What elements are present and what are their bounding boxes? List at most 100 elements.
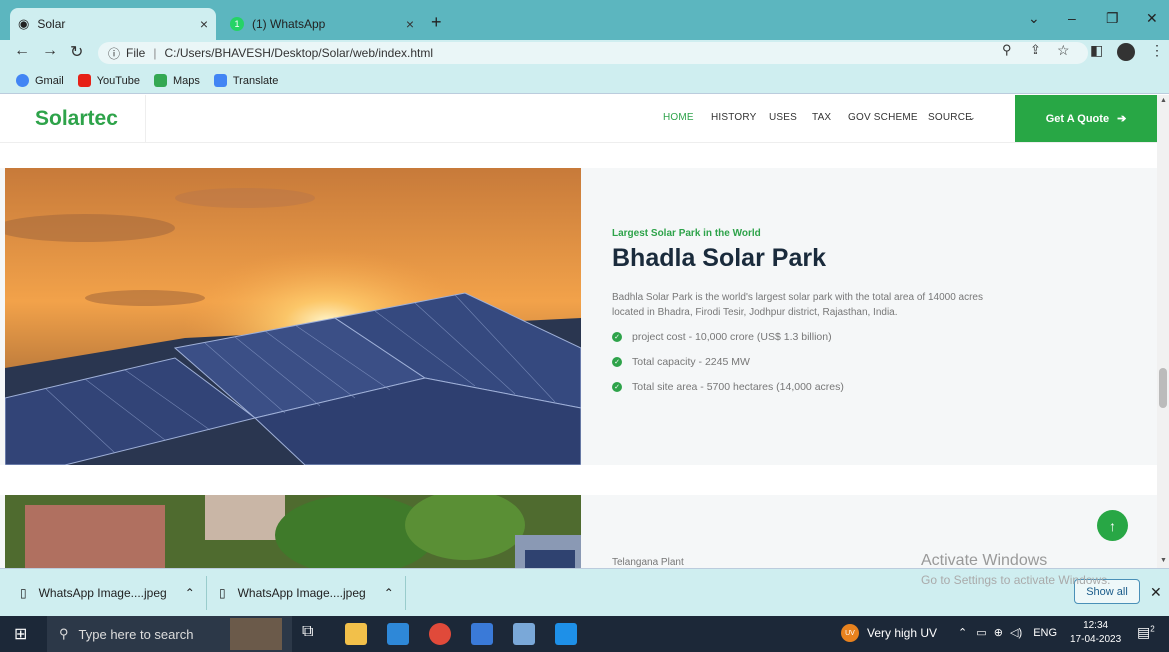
chrome-icon[interactable] [429, 623, 451, 645]
info-icon[interactable]: ⓘ [108, 45, 120, 62]
feature-item: ✓ project cost - 10,000 crore (US$ 1.3 bi… [612, 331, 832, 343]
check-icon: ✓ [612, 332, 622, 342]
bookmark-star-icon[interactable]: ☆ [1057, 42, 1070, 59]
arrow-right-icon: ➔ [1117, 113, 1127, 125]
store-icon[interactable] [471, 623, 493, 645]
close-downloads-icon[interactable]: ✕ [1150, 584, 1162, 601]
bookmarks-bar: Gmail YouTube Maps Translate [0, 68, 1169, 94]
share-icon[interactable]: ⇪ [1030, 42, 1041, 58]
feature-text: Total capacity - 2245 MW [632, 356, 750, 368]
button-label: Get A Quote [1045, 112, 1110, 125]
notification-icon[interactable]: ▤2 [1137, 624, 1155, 641]
clock[interactable]: 12:34 17-04-2023 [1070, 619, 1121, 647]
file-icon: ▯ [219, 586, 226, 600]
menu-dots-icon[interactable]: ⋮ [1150, 42, 1164, 59]
window-close-icon[interactable]: ✕ [1146, 10, 1158, 27]
notification-count: 2 [1150, 624, 1155, 634]
chevron-up-icon[interactable]: ⌃ [384, 586, 394, 600]
bookmark-label: Maps [172, 74, 200, 87]
search-highlight-image [230, 618, 282, 650]
activate-windows-title: Activate Windows [921, 552, 1048, 569]
feature-item: ✓ Total site area - 5700 hectares (14,000… [612, 381, 844, 393]
mail-icon[interactable] [387, 623, 409, 645]
file-icon: ▯ [20, 586, 27, 600]
nav-source[interactable]: SOURCE [928, 112, 972, 123]
tab-close-icon[interactable]: × [200, 16, 208, 32]
bookmark-youtube[interactable]: YouTube [77, 74, 140, 87]
system-tray[interactable]: ⌃ ▭ ⊕ ◁) ENG [958, 626, 1057, 639]
app-icon[interactable] [513, 623, 535, 645]
nav-tax[interactable]: TAX [812, 112, 831, 123]
divider [405, 576, 406, 610]
sidepanel-icon[interactable]: ◧ [1090, 42, 1103, 59]
scrollbar-thumb[interactable] [1159, 368, 1167, 408]
task-view-icon[interactable]: ⧉ [302, 623, 324, 645]
translate-icon [213, 74, 227, 87]
language-indicator[interactable]: ENG [1033, 627, 1057, 639]
whatsapp-icon: 1 [230, 17, 244, 31]
clock-date: 17-04-2023 [1070, 634, 1122, 645]
scrollbar[interactable] [1157, 95, 1169, 568]
section-subtitle: Largest Solar Park in the World [612, 228, 761, 239]
check-icon: ✓ [612, 382, 622, 392]
download-filename: WhatsApp Image....jpeg [38, 586, 167, 600]
site-header [0, 95, 1157, 143]
volume-icon[interactable]: ◁) [1010, 627, 1022, 639]
address-bar[interactable]: ⓘ File | C:/Users/BHAVESH/Desktop/Solar/… [98, 42, 1088, 64]
divider [206, 576, 207, 610]
nav-gov-scheme[interactable]: GOV SCHEME [848, 112, 918, 123]
nav-home[interactable]: HOME [663, 112, 694, 123]
nav-uses[interactable]: USES [769, 112, 797, 123]
uv-icon: UV [841, 624, 859, 642]
restore-icon[interactable]: ❐ [1106, 10, 1119, 27]
scheme-label: File [126, 46, 146, 60]
minimize-icon[interactable]: – [1068, 10, 1076, 26]
battery-icon[interactable]: ▭ [976, 627, 986, 639]
search-placeholder: Type here to search [78, 626, 194, 642]
bookmark-label: Translate [232, 74, 279, 87]
bookmark-label: YouTube [96, 74, 140, 87]
tab-close-icon[interactable]: × [406, 16, 414, 32]
section-description: Badhla Solar Park is the world's largest… [612, 292, 983, 318]
nav-history[interactable]: HISTORY [711, 112, 757, 123]
bookmark-maps[interactable]: Maps [153, 74, 200, 87]
search-icon: ⚲ [59, 626, 69, 641]
file-explorer-icon[interactable] [345, 623, 367, 645]
tab-whatsapp[interactable]: 1 (1) WhatsApp × [222, 8, 422, 40]
tab-title: Solar [37, 17, 66, 31]
page-viewport: Solartec HOME HISTORY USES TAX GOV SCHEM… [0, 95, 1157, 568]
bookmark-gmail[interactable]: Gmail [16, 74, 64, 87]
rooftop-solar-image [5, 495, 581, 568]
download-filename: WhatsApp Image....jpeg [237, 586, 366, 600]
windows-start-icon[interactable]: ⊞ [14, 624, 27, 644]
chevron-down-icon[interactable]: ⌄ [968, 112, 976, 123]
feature-text: Total site area - 5700 hectares (14,000 … [632, 381, 844, 393]
new-tab-button[interactable]: + [431, 12, 442, 33]
weather-widget[interactable]: UV Very high UV [841, 624, 937, 642]
google-icon [16, 74, 29, 87]
scroll-up-icon[interactable]: ▲ [1160, 97, 1167, 104]
divider [145, 95, 146, 143]
feature-item: ✓ Total capacity - 2245 MW [612, 356, 750, 368]
maps-icon [153, 74, 167, 87]
divider: | [153, 46, 157, 60]
scroll-down-icon[interactable]: ▼ [1160, 557, 1167, 564]
forward-icon[interactable]: → [42, 42, 58, 60]
vscode-icon[interactable] [555, 623, 577, 645]
tab-search-chevron-icon[interactable]: ⌄ [1028, 10, 1040, 27]
network-icon[interactable]: ⊕ [994, 627, 1003, 639]
site-logo[interactable]: Solartec [35, 107, 118, 131]
tab-solar[interactable]: ◉ Solar × [10, 8, 216, 40]
tray-chevron-icon[interactable]: ⌃ [958, 627, 967, 639]
download-item[interactable]: ▯ WhatsApp Image....jpeg ⌃ [219, 578, 394, 608]
download-item[interactable]: ▯ WhatsApp Image....jpeg ⌃ [20, 578, 195, 608]
chevron-up-icon[interactable]: ⌃ [185, 586, 195, 600]
back-icon[interactable]: ← [14, 42, 30, 60]
avatar[interactable] [1117, 43, 1135, 61]
bookmark-translate[interactable]: Translate [213, 74, 279, 87]
get-quote-button[interactable]: Get A Quote ➔ [1015, 95, 1157, 142]
reload-icon[interactable]: ↻ [70, 42, 83, 62]
zoom-icon[interactable]: ⚲ [1002, 42, 1012, 58]
back-to-top-button[interactable]: ↑ [1097, 510, 1128, 541]
youtube-icon [77, 74, 91, 87]
